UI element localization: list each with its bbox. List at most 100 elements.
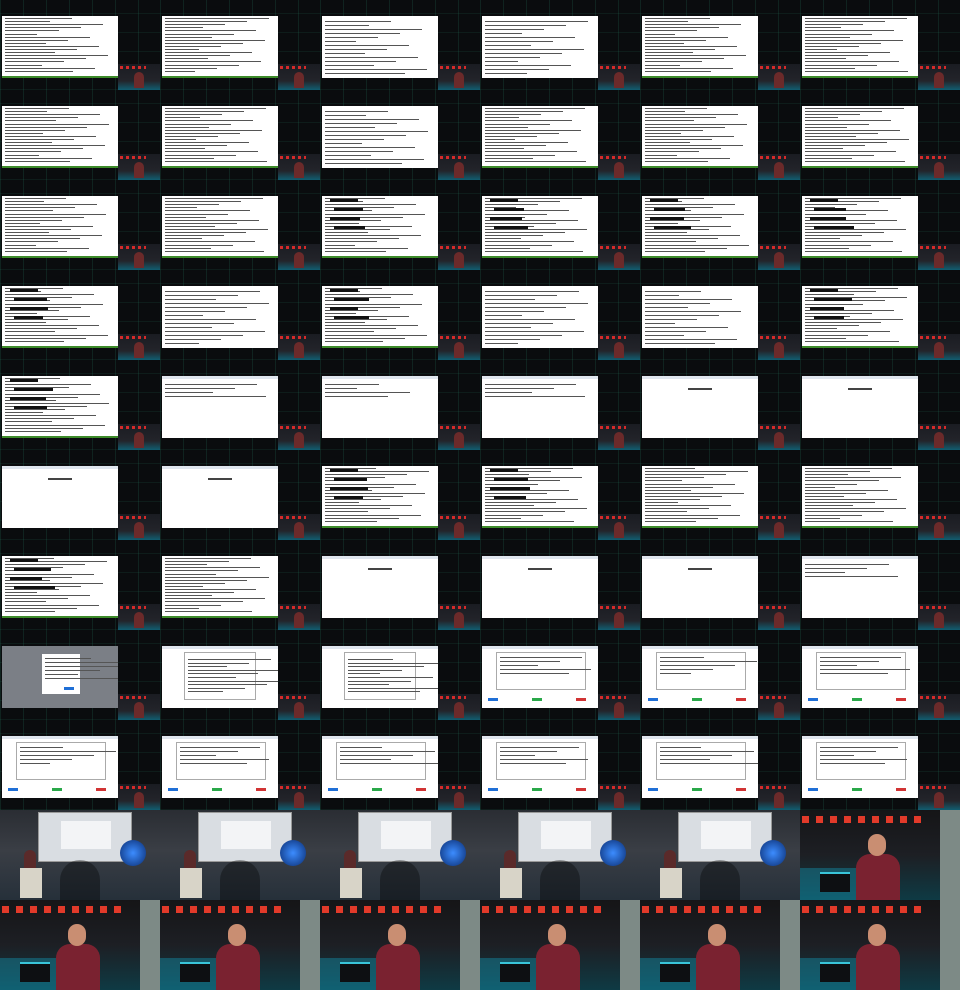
thumbnail-frame [640,270,800,360]
presenter-head [68,924,86,946]
text-line [325,61,396,62]
text-line [325,337,405,339]
text-line [485,339,540,340]
text-line [5,70,73,72]
text-line [5,160,70,162]
text-line [325,33,400,34]
text-line [5,198,66,199]
screen-capture [2,556,118,618]
stage-photo [480,810,640,900]
text-line [5,201,44,203]
voting-panel [816,652,910,690]
thumbnail-frame [480,540,640,630]
browser-toolbar [802,376,918,379]
presenter [774,162,784,178]
presenter [774,702,784,718]
text-line [325,111,388,112]
text-line [325,384,379,385]
text-line [165,327,212,328]
text-line [5,139,74,140]
thumbnail-frame [480,270,640,360]
text-line [5,331,55,333]
text-line [325,155,371,156]
text-line [645,238,718,240]
text-line [165,21,247,23]
text-line [165,30,256,32]
text-line [805,108,904,109]
stage-lights [120,336,146,339]
presenter [774,252,784,268]
stage-photo [160,810,320,900]
speaker-shadow [220,860,260,900]
text-line [340,751,435,752]
stage-lights [760,786,786,789]
text-line [645,135,734,137]
presenter [134,342,144,358]
backdrop-wall [460,900,480,990]
stage-lights [440,696,466,699]
text-line [325,235,421,237]
text-line [645,213,744,215]
terminal-status-bar [642,526,758,528]
text-line [805,244,871,246]
stage-lights [2,906,122,913]
projection-screen [358,812,452,862]
text-line [5,424,105,426]
projected-slide [61,821,111,849]
text-line [325,483,416,485]
text-line [20,747,63,748]
text-line [645,514,740,516]
podium [660,868,682,898]
vote-button [808,788,818,791]
terminal-status-bar [162,166,278,168]
voting-panel [656,742,758,780]
presenter [134,432,144,448]
text-line [5,148,83,150]
text-line [485,343,518,344]
speaker-camera-inset [598,244,640,270]
thumbnail-frame [320,270,480,360]
speaker-camera-inset [438,244,480,270]
screen-capture [482,196,598,258]
text-line [5,595,90,597]
text-line [805,337,846,339]
text-line [805,486,835,488]
speaker-camera-inset [278,784,320,810]
redaction-bar [10,559,38,562]
screen-capture [162,16,278,78]
text-line [325,21,391,22]
text-line [165,70,195,72]
redaction-bar [654,208,685,211]
text-line [485,483,538,485]
screen-capture [2,466,118,528]
text-line [188,684,267,686]
thumbnail-frame [160,810,320,900]
redaction-bar [490,217,522,220]
stage-lights [600,336,626,339]
text-line [348,659,393,660]
screen-capture [162,106,278,168]
thumbnail-frame [0,720,160,810]
stage-lights [760,66,786,69]
text-line [645,511,687,513]
text-line [645,307,688,308]
thumbnail-frame [0,180,160,270]
text-line [5,589,59,590]
text-line [5,337,86,339]
screen-capture [2,286,118,348]
text-line [485,291,579,292]
screen-capture [802,736,918,798]
text-line [485,126,528,128]
text-line [348,687,438,689]
thumbnail-frame [160,900,320,990]
text-line [5,55,108,57]
text-line [645,343,715,344]
terminal-status-bar [322,256,438,258]
presenter-body [856,854,900,900]
presenter [614,252,624,268]
presenter [614,432,624,448]
browser-toolbar [322,376,438,379]
text-line [348,677,433,678]
text-line [5,117,78,119]
text-line [325,123,397,124]
